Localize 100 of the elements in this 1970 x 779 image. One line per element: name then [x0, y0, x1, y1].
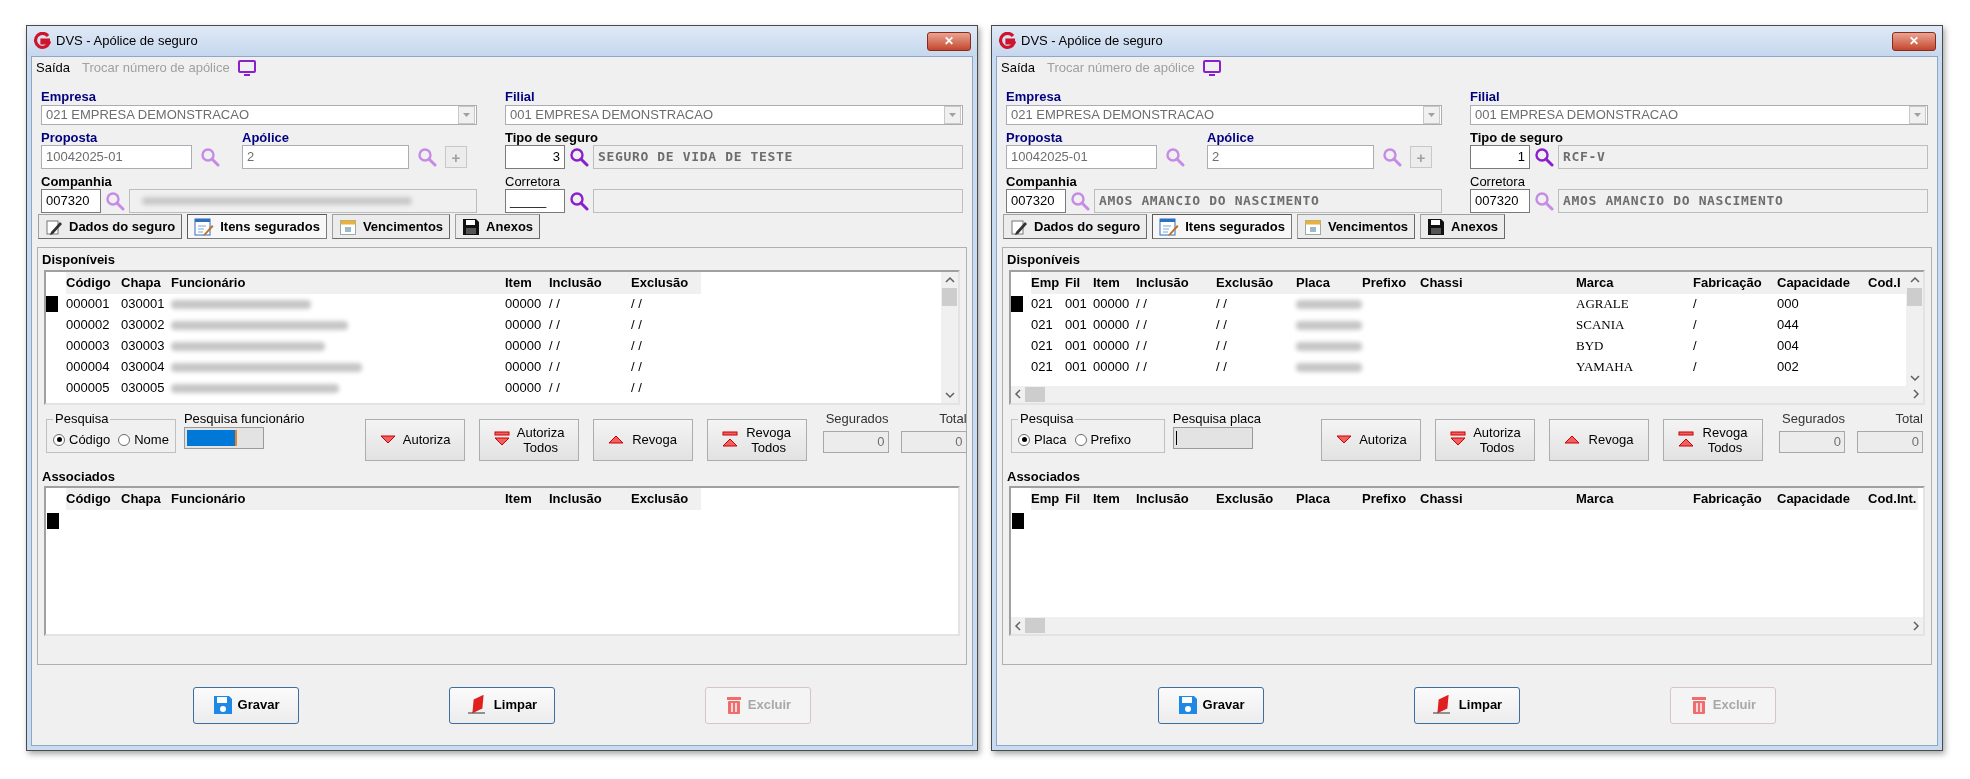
column-header[interactable]: Item: [505, 489, 549, 509]
tab[interactable]: Anexos: [1420, 214, 1506, 239]
action-button[interactable]: Revoga Todos: [706, 418, 807, 461]
radio-option[interactable]: Nome: [118, 430, 169, 450]
company-dropdown[interactable]: 021 EMPRESA DEMONSTRACAO: [1006, 105, 1442, 125]
horizontal-scrollbar[interactable]: [1011, 617, 1923, 634]
scroll-thumb[interactable]: [1025, 618, 1045, 633]
code-field[interactable]: _____: [505, 189, 565, 213]
company-dropdown[interactable]: 001 EMPRESA DEMONSTRACAO: [505, 105, 963, 125]
column-header[interactable]: Capacidade: [1777, 489, 1868, 509]
column-header[interactable]: Exclusão: [631, 489, 701, 509]
monitor-icon[interactable]: [1202, 60, 1221, 76]
scroll-thumb[interactable]: [1025, 386, 1045, 402]
tab[interactable]: Dados do seguro: [38, 214, 183, 239]
radio-icon[interactable]: [1074, 433, 1087, 446]
tab[interactable]: Anexos: [455, 214, 541, 239]
table-row[interactable]: 000003 030003 00000 / / / /: [46, 335, 941, 357]
policy-field[interactable]: 2: [1207, 145, 1374, 169]
column-header[interactable]: Código: [66, 272, 121, 293]
table-row[interactable]: 021 001 00000 / / / / SCANIA / 044: [1011, 314, 1906, 336]
code-field[interactable]: 007320: [41, 189, 101, 213]
column-header[interactable]: Capacidade: [1777, 272, 1868, 293]
radio-option[interactable]: Código: [53, 430, 111, 450]
column-header[interactable]: Item: [1093, 272, 1136, 293]
tab[interactable]: Dados do seguro: [1003, 214, 1148, 239]
scroll-thumb[interactable]: [942, 287, 957, 306]
scroll-thumb[interactable]: [1907, 287, 1922, 306]
menu-item[interactable]: Saída: [36, 58, 70, 78]
table-row[interactable]: 000005 030005 00000 / / / /: [46, 377, 941, 399]
column-header[interactable]: Cod.Int.: [1868, 489, 1918, 509]
menu-item[interactable]: Saída: [1001, 58, 1035, 78]
column-header[interactable]: Fabricação: [1693, 272, 1777, 293]
column-header[interactable]: Inclusão: [1136, 272, 1216, 293]
company-dropdown[interactable]: 021 EMPRESA DEMONSTRACAO: [41, 105, 477, 125]
table-row[interactable]: 021 001 00000 / / / / YAMAHA / 002: [1011, 356, 1906, 378]
search-icon[interactable]: [569, 191, 589, 211]
table-row[interactable]: 021 001 00000 / / / / BYD / 004: [1011, 335, 1906, 357]
column-header[interactable]: Item: [505, 272, 549, 293]
search-field[interactable]: [183, 426, 264, 449]
column-header[interactable]: Exclusão: [631, 272, 701, 293]
table-row[interactable]: 000002 030002 00000 / / / /: [46, 314, 941, 336]
radio-icon[interactable]: [53, 433, 65, 446]
column-header[interactable]: Inclusão: [549, 489, 631, 509]
tab[interactable]: Itens segurados: [187, 214, 327, 239]
footer-button[interactable]: Limpar: [449, 686, 555, 724]
footer-button[interactable]: Gravar: [1158, 686, 1264, 724]
horizontal-scrollbar[interactable]: [1011, 385, 1923, 403]
action-button[interactable]: Autoriza Todos: [478, 418, 579, 461]
table-row[interactable]: 000001 030001 00000 / / / /: [46, 293, 941, 315]
action-button[interactable]: Autoriza: [364, 418, 465, 461]
column-header[interactable]: Funcionário: [171, 489, 505, 509]
monitor-icon[interactable]: [237, 60, 256, 76]
column-header[interactable]: Chapa: [121, 272, 171, 293]
proposal-field[interactable]: 10042025-01: [41, 145, 192, 169]
action-button[interactable]: Revoga Todos: [1663, 418, 1763, 461]
column-header[interactable]: Fil: [1065, 489, 1093, 509]
column-header[interactable]: Prefixo: [1362, 489, 1420, 509]
column-header[interactable]: Fabricação: [1693, 489, 1777, 509]
code-field[interactable]: 1: [1470, 145, 1530, 169]
action-button[interactable]: Autoriza Todos: [1435, 418, 1535, 461]
radio-icon[interactable]: [118, 433, 131, 446]
tab[interactable]: Itens segurados: [1152, 214, 1292, 239]
column-header[interactable]: Item: [1093, 489, 1136, 509]
column-header[interactable]: Emp: [1031, 489, 1065, 509]
company-dropdown[interactable]: 001 EMPRESA DEMONSTRACAO: [1470, 105, 1928, 125]
proposal-field[interactable]: 10042025-01: [1006, 145, 1157, 169]
action-button[interactable]: Revoga: [1549, 418, 1649, 461]
column-header[interactable]: Código: [66, 489, 121, 509]
search-icon[interactable]: [569, 147, 589, 167]
column-header[interactable]: Inclusão: [549, 272, 631, 293]
table-row[interactable]: 021 001 00000 / / / / AGRALE / 000: [1011, 293, 1906, 315]
vertical-scrollbar[interactable]: [941, 271, 958, 403]
search-icon[interactable]: [1534, 147, 1554, 167]
column-header[interactable]: Exclusão: [1216, 489, 1296, 509]
footer-button[interactable]: Limpar: [1414, 686, 1520, 724]
column-header[interactable]: Cod.I: [1868, 272, 1906, 293]
action-button[interactable]: Revoga: [592, 418, 693, 461]
search-field[interactable]: [1172, 426, 1253, 449]
table-row[interactable]: 000004 030004 00000 / / / /: [46, 356, 941, 378]
column-header[interactable]: Chassi: [1420, 489, 1576, 509]
radio-option[interactable]: Placa: [1018, 430, 1067, 450]
column-header[interactable]: Chapa: [121, 489, 171, 509]
radio-icon[interactable]: [1018, 433, 1030, 446]
column-header[interactable]: Marca: [1576, 272, 1693, 293]
column-header[interactable]: Exclusão: [1216, 272, 1296, 293]
column-header[interactable]: Inclusão: [1136, 489, 1216, 509]
column-header[interactable]: Placa: [1296, 272, 1362, 293]
tab[interactable]: Vencimentos: [1296, 214, 1416, 239]
radio-option[interactable]: Prefixo: [1074, 430, 1131, 450]
column-header[interactable]: Chassi: [1420, 272, 1576, 293]
column-header[interactable]: Emp: [1031, 272, 1065, 293]
column-header[interactable]: Fil: [1065, 272, 1093, 293]
column-header[interactable]: Prefixo: [1362, 272, 1420, 293]
vertical-scrollbar[interactable]: [1906, 271, 1923, 386]
column-header[interactable]: Funcionário: [171, 272, 505, 293]
code-field[interactable]: 007320: [1006, 189, 1066, 213]
column-header[interactable]: Marca: [1576, 489, 1693, 509]
policy-field[interactable]: 2: [242, 145, 409, 169]
column-header[interactable]: Placa: [1296, 489, 1362, 509]
footer-button[interactable]: Gravar: [193, 686, 299, 724]
